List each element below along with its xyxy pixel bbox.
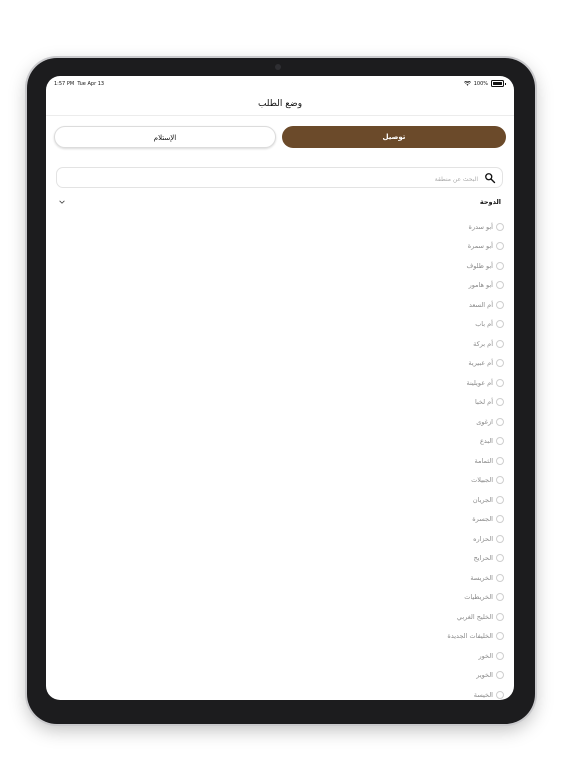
- radio-button[interactable]: [496, 417, 504, 426]
- list-item[interactable]: أم عويلينة: [204, 373, 504, 393]
- area-label: أبو سدرة: [468, 222, 493, 231]
- tab-pickup[interactable]: الإستلام: [54, 126, 276, 148]
- region-accordion[interactable]: الدوحة: [56, 196, 503, 210]
- status-bar: 1:57 PM Tue Apr 13 100%: [46, 76, 514, 94]
- radio-button[interactable]: [496, 534, 504, 543]
- list-item[interactable]: أم السعد: [204, 295, 504, 315]
- status-date: Tue Apr 13: [77, 81, 105, 87]
- radio-button[interactable]: [496, 242, 504, 251]
- battery-icon: [491, 80, 504, 87]
- list-item[interactable]: أم باب: [204, 315, 504, 335]
- radio-button[interactable]: [496, 476, 504, 485]
- list-item[interactable]: الجريان: [204, 490, 504, 510]
- area-label: الخليفات الجديدة: [447, 632, 493, 641]
- list-item[interactable]: أبو ظلوف: [204, 256, 504, 276]
- area-list: أبو سدرة أبو سمرة أبو ظلوف أبو هامور أم السع…: [204, 217, 504, 700]
- radio-button[interactable]: [496, 593, 504, 602]
- area-label: أم السعد: [468, 300, 493, 309]
- radio-button[interactable]: [496, 378, 504, 387]
- battery-percent: 100%: [473, 80, 488, 87]
- area-label: الثمامة: [474, 456, 493, 465]
- radio-button[interactable]: [496, 612, 504, 621]
- radio-button[interactable]: [496, 320, 504, 329]
- radio-button[interactable]: [496, 222, 504, 231]
- area-label: أم لخبا: [474, 398, 493, 407]
- search-field[interactable]: [56, 167, 503, 188]
- area-label: الجريان: [472, 495, 493, 504]
- radio-button[interactable]: [496, 554, 504, 563]
- list-item[interactable]: الخيسة: [204, 685, 504, 700]
- radio-button[interactable]: [496, 632, 504, 641]
- list-item[interactable]: الخوير: [204, 666, 504, 686]
- radio-button[interactable]: [496, 437, 504, 446]
- area-label: الجبيلات: [471, 476, 493, 485]
- list-item[interactable]: الخور: [204, 646, 504, 666]
- status-time-date: 1:57 PM Tue Apr 13: [54, 81, 104, 87]
- list-item[interactable]: الجسرة: [204, 510, 504, 530]
- area-label: أبو هامور: [468, 281, 493, 290]
- area-label: أم باب: [475, 320, 493, 329]
- radio-button[interactable]: [496, 359, 504, 368]
- search-input[interactable]: [76, 171, 480, 187]
- battery-cap: [505, 82, 506, 85]
- status-indicators: 100%: [463, 80, 506, 87]
- app-screen: 1:57 PM Tue Apr 13 100% وضع الطلب الإستل…: [46, 76, 514, 700]
- page-title: وضع الطلب: [46, 94, 514, 116]
- radio-button[interactable]: [496, 671, 504, 680]
- area-label: البدع: [479, 437, 493, 446]
- radio-button[interactable]: [496, 300, 504, 309]
- list-item[interactable]: أم لخبا: [204, 393, 504, 413]
- list-item[interactable]: الخريطيات: [204, 588, 504, 608]
- camera-dot: [275, 64, 281, 70]
- search-icon[interactable]: [484, 172, 496, 184]
- radio-button[interactable]: [496, 261, 504, 270]
- list-item[interactable]: الخليج الغربي: [204, 607, 504, 627]
- area-label: أم عويلينة: [466, 378, 493, 387]
- list-item[interactable]: أبو سمرة: [204, 237, 504, 257]
- area-label: أبو ظلوف: [466, 261, 493, 270]
- list-item[interactable]: الخليفات الجديدة: [204, 627, 504, 647]
- area-label: الحرايج: [473, 554, 493, 563]
- area-label: الجسرة: [472, 515, 493, 524]
- list-item[interactable]: أم عبيرية: [204, 354, 504, 374]
- list-item[interactable]: الخريسة: [204, 568, 504, 588]
- status-time: 1:57 PM: [54, 81, 75, 87]
- wifi-icon: [463, 81, 471, 86]
- radio-button[interactable]: [496, 515, 504, 524]
- list-item[interactable]: الثمامة: [204, 451, 504, 471]
- area-label: أم عبيرية: [468, 359, 493, 368]
- list-item[interactable]: البدع: [204, 432, 504, 452]
- list-item[interactable]: أم بركة: [204, 334, 504, 354]
- area-label: أم بركة: [473, 339, 493, 348]
- radio-button[interactable]: [496, 573, 504, 582]
- area-label: الخور: [478, 651, 493, 660]
- chevron-down-icon[interactable]: [58, 198, 66, 206]
- list-item[interactable]: الحزاره: [204, 529, 504, 549]
- radio-button[interactable]: [496, 281, 504, 290]
- list-item[interactable]: الجبيلات: [204, 471, 504, 491]
- tablet-frame: 1:57 PM Tue Apr 13 100% وضع الطلب الإستل…: [27, 58, 535, 724]
- radio-button[interactable]: [496, 398, 504, 407]
- list-item[interactable]: ازغوى: [204, 412, 504, 432]
- radio-button[interactable]: [496, 690, 504, 699]
- area-label: أبو سمرة: [467, 242, 493, 251]
- radio-button[interactable]: [496, 651, 504, 660]
- area-label: الخيسة: [473, 690, 493, 699]
- area-label: ازغوى: [476, 417, 493, 426]
- area-label: الخليج الغربي: [456, 612, 493, 621]
- area-label: الخريطيات: [464, 593, 493, 602]
- area-label: الخريسة: [470, 573, 493, 582]
- radio-button[interactable]: [496, 339, 504, 348]
- area-label: الخوير: [476, 671, 493, 680]
- radio-button[interactable]: [496, 495, 504, 504]
- list-item[interactable]: الحرايج: [204, 549, 504, 569]
- area-label: الحزاره: [473, 534, 493, 543]
- list-item[interactable]: أبو هامور: [204, 276, 504, 296]
- radio-button[interactable]: [496, 456, 504, 465]
- list-item[interactable]: أبو سدرة: [204, 217, 504, 237]
- region-label: الدوحة: [479, 198, 501, 206]
- tab-delivery[interactable]: توصيل: [282, 126, 506, 148]
